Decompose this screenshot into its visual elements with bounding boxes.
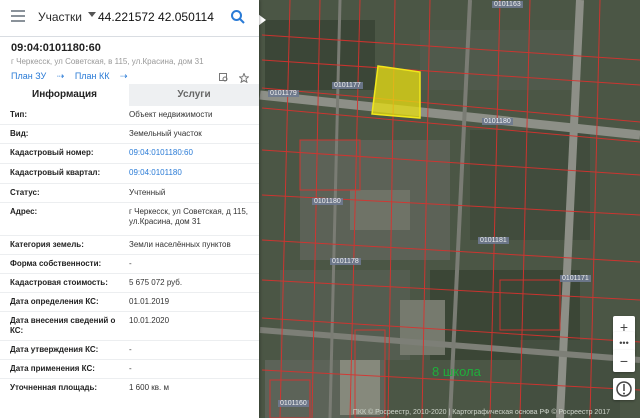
chevron-down-icon[interactable] (88, 12, 96, 17)
cad-quarter-label: 0101171 (560, 275, 591, 282)
zoom-out-button[interactable]: − (613, 350, 635, 372)
cad-quarter-label: 0101181 (478, 237, 509, 244)
selected-parcel (371, 65, 421, 119)
object-type-select[interactable]: Участки (38, 10, 82, 24)
info-row-address: Адрес: г Черкесск, ул Советская, д 115, … (0, 203, 259, 236)
info-value: 10.01.2020 (129, 316, 170, 325)
cad-quarter-label: 0101180 (312, 198, 343, 205)
info-value: г Черкесск, ул Советская, д 115, ул.Крас… (129, 207, 248, 226)
tab-info[interactable]: Информация (0, 84, 129, 108)
info-value: 1 600 кв. м (129, 383, 169, 392)
info-label: Кадастровая стоимость: (10, 278, 108, 287)
cad-quarter-label: 0101177 (332, 82, 363, 89)
search-input[interactable] (98, 7, 218, 27)
info-value: 01.01.2019 (129, 297, 170, 306)
tab-services[interactable]: Услуги (129, 84, 259, 106)
cad-quarter-label: 0101179 (268, 90, 299, 97)
cadastral-quarter-link[interactable]: 09:04:0101180 (129, 168, 249, 178)
info-panel: Участки 09:04:0101180:60 г Черкесск, ул … (0, 0, 259, 418)
info-label: Уточненная площадь: (10, 383, 98, 392)
cad-quarter-label: 0101178 (330, 258, 361, 265)
object-address: г Черкесск, ул Советская, в 115, ул.Крас… (11, 57, 204, 66)
cad-quarter-label: 0101160 (278, 400, 309, 407)
compass-button[interactable] (613, 378, 635, 400)
cad-quarter-label: 0101180 (482, 118, 513, 125)
info-label: Дата определения КС: (10, 297, 99, 306)
info-label: Кадастровый номер: (10, 148, 94, 157)
info-label: Статус: (10, 188, 40, 197)
info-row-ownership: Форма собственности: - (0, 255, 259, 274)
info-label: Адрес: (10, 207, 38, 216)
plan-links: План ЗУ ⇢ План КК ⇢ (11, 71, 136, 82)
info-value: Земли населённых пунктов (129, 240, 231, 249)
info-value: Учтенный (129, 188, 166, 197)
cad-quarter-label: 0101163 (492, 1, 523, 8)
cadastral-number-title: 09:04:0101180:60 (11, 42, 101, 54)
info-row-status: Статус: Учтенный (0, 184, 259, 203)
info-value: - (129, 364, 132, 373)
info-value: 5 675 072 руб. (129, 278, 183, 287)
info-row-ks-application: Дата применения КС: - (0, 360, 259, 379)
plan-kk-link[interactable]: План КК ⇢ (75, 71, 128, 81)
cadastral-number-link[interactable]: 09:04:0101180:60 (129, 148, 249, 158)
info-label: Дата внесения сведений о КС: (10, 316, 116, 335)
info-row-cad-quarter: Кадастровый квартал: 09:04:0101180 (0, 164, 259, 184)
info-row-kind: Вид: Земельный участок (0, 125, 259, 144)
zoom-to-icon[interactable] (218, 70, 229, 82)
info-label: Дата утверждения КС: (10, 345, 99, 354)
panel-tabs: Информация Услуги (0, 84, 259, 108)
info-label: Тип: (10, 110, 27, 119)
map-copyright: ПКК © Росреестр, 2010-2020 | Картографич… (352, 409, 610, 416)
info-table: Тип: Объект недвижимости Вид: Земельный … (0, 106, 259, 397)
info-label: Категория земель: (10, 240, 84, 249)
object-header: 09:04:0101180:60 г Черкесск, ул Советска… (11, 42, 251, 66)
info-row-land-category: Категория земель: Земли населённых пункт… (0, 236, 259, 255)
info-row-cad-number: Кадастровый номер: 09:04:0101180:60 (0, 144, 259, 164)
plan-zu-link[interactable]: План ЗУ ⇢ (11, 71, 64, 81)
info-label: Дата применения КС: (10, 364, 95, 373)
info-row-ks-entry-date: Дата внесения сведений о КС: 10.01.2020 (0, 312, 259, 341)
info-value: Земельный участок (129, 129, 202, 138)
search-icon[interactable] (230, 9, 246, 25)
info-value: - (129, 345, 132, 354)
info-row-area: Уточненная площадь: 1 600 кв. м (0, 379, 259, 397)
map-school-label: 8 школа (432, 364, 481, 379)
info-label: Форма собственности: (10, 259, 102, 268)
menu-icon[interactable] (11, 10, 25, 24)
info-row-ks-date: Дата определения КС: 01.01.2019 (0, 293, 259, 312)
info-row-type: Тип: Объект недвижимости (0, 106, 259, 125)
info-label: Вид: (10, 129, 29, 138)
info-row-ks-approval: Дата утверждения КС: - (0, 341, 259, 360)
info-label: Кадастровый квартал: (10, 168, 101, 177)
search-bar: Участки (0, 0, 259, 37)
info-row-cad-value: Кадастровая стоимость: 5 675 072 руб. (0, 274, 259, 293)
info-value: - (129, 259, 132, 268)
info-value: Объект недвижимости (129, 110, 213, 119)
compass-icon (616, 381, 632, 397)
star-icon[interactable] (238, 70, 250, 84)
